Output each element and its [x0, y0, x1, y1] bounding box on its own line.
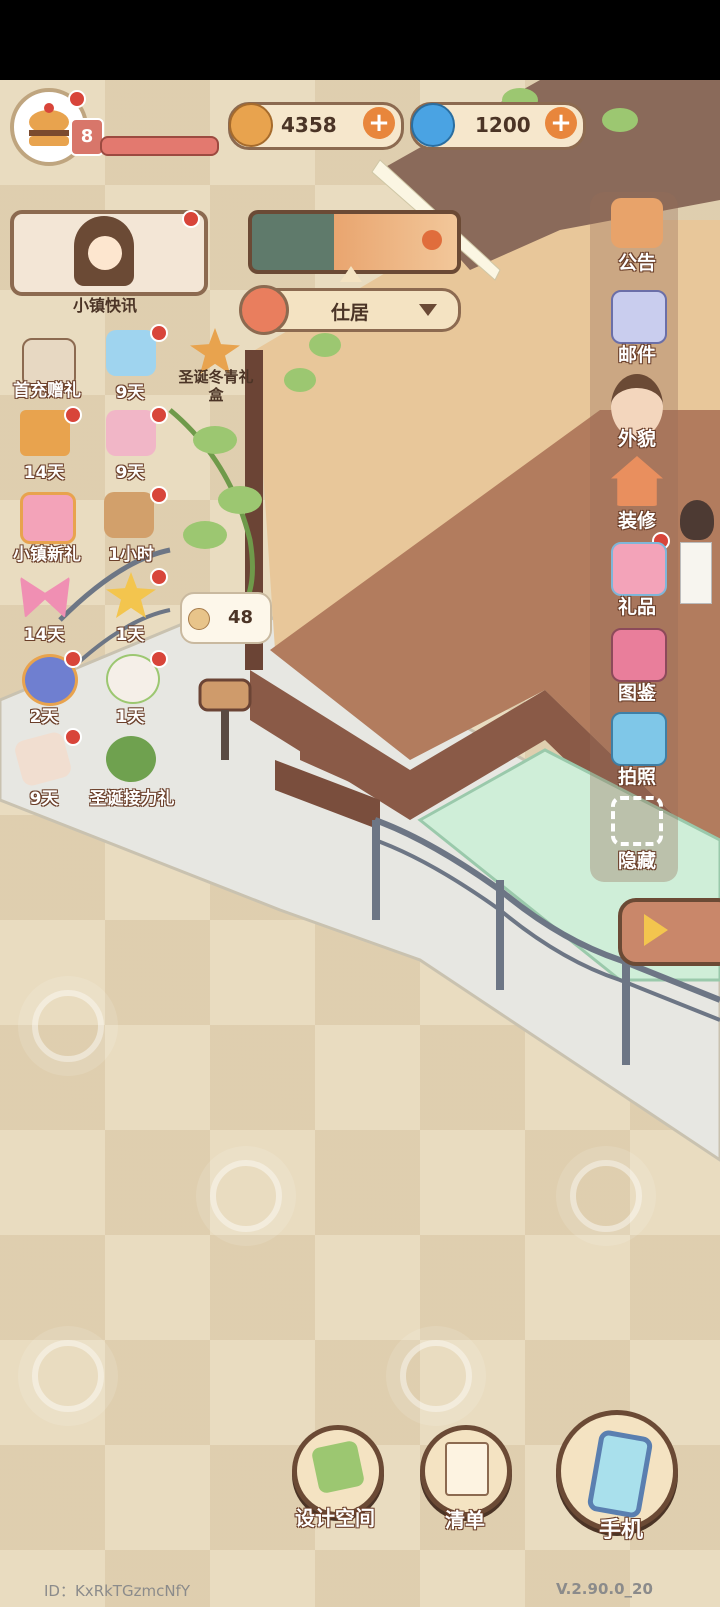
side-menu-label: 公告 — [617, 252, 656, 274]
exp-bar — [100, 136, 219, 156]
home-icon — [239, 285, 289, 335]
news-banner[interactable] — [10, 210, 208, 296]
side-menu-label: 邮件 — [617, 344, 656, 366]
news-label: 小镇快讯 — [72, 296, 137, 315]
gift-box-icon — [611, 542, 667, 596]
gift-label: 1天 — [115, 625, 145, 645]
coin-value: 4358 — [281, 113, 337, 137]
notification-dot — [150, 406, 168, 424]
gift-label: 9天 — [115, 383, 145, 403]
strawberry-cake-icon[interactable] — [104, 492, 154, 538]
list-label: 清单 — [445, 1508, 485, 1532]
game-scene[interactable]: 8 4358 + 1200 + 小镇快讯 仕居 首充赠礼 9天 圣诞冬青礼盒 1… — [0, 80, 720, 1607]
gift-label: 首充赠礼 — [13, 381, 81, 401]
play-arrow-icon — [644, 914, 668, 946]
caret-up-icon — [340, 266, 362, 282]
side-menu-appearance[interactable]: 外貌 — [605, 374, 669, 454]
house-wrench-icon — [611, 456, 663, 506]
gem-counter: 1200 + — [410, 102, 586, 150]
swirl-gem-icon — [411, 103, 455, 147]
side-menu-decorate[interactable]: 装修 — [605, 456, 669, 536]
mailbox-coin-value: 48 — [228, 607, 254, 628]
side-menu-hide[interactable]: 隐藏 — [605, 796, 669, 876]
character-avatar[interactable] — [680, 500, 720, 630]
side-menu-label: 图鉴 — [617, 682, 656, 704]
gift-label: 1小时 — [108, 545, 154, 565]
golden-trophy-icon[interactable] — [20, 410, 70, 456]
coin-icon — [229, 103, 273, 147]
chevron-down-icon — [419, 304, 437, 316]
level-badge: 8 — [70, 118, 104, 156]
notification-dot — [64, 650, 82, 668]
level-value: 8 — [80, 126, 94, 147]
notification-dot — [64, 728, 82, 746]
gift-label: 9天 — [115, 463, 145, 483]
notification-dot — [150, 568, 168, 586]
side-menu-gifts[interactable]: 礼品 — [605, 542, 669, 622]
gift-label: 小镇新礼 — [13, 545, 81, 565]
phone-label: 手机 — [598, 1518, 643, 1543]
add-gem-button[interactable]: + — [545, 107, 577, 139]
side-menu-label: 外貌 — [617, 428, 656, 450]
side-menu-mail[interactable]: 邮件 — [605, 290, 669, 370]
design-pencil-icon — [310, 1439, 366, 1495]
berry-wreath-icon[interactable] — [106, 736, 156, 782]
hide-frame-icon — [611, 796, 663, 846]
side-menu-label: 隐藏 — [617, 850, 656, 872]
weather-panel[interactable] — [248, 210, 461, 274]
gift-label: 圣诞接力礼 — [89, 789, 175, 809]
book-icon — [611, 628, 667, 682]
play-button[interactable] — [618, 898, 720, 966]
notification-dot — [68, 90, 86, 108]
coin-counter: 4358 + — [228, 102, 404, 150]
gift-label: 14天 — [23, 463, 65, 483]
mail-icon — [611, 290, 667, 344]
notification-dot — [64, 406, 82, 424]
rose-badge-icon[interactable] — [20, 492, 76, 544]
mailbox-coin-bubble[interactable]: 48 — [180, 592, 272, 644]
phone-icon — [586, 1428, 654, 1520]
design-space-label: 设计空间 — [295, 1506, 375, 1530]
side-menu-label: 礼品 — [617, 596, 656, 618]
side-menu-label: 拍照 — [617, 766, 656, 788]
coin-icon — [188, 608, 210, 630]
side-menu-camera[interactable]: 拍照 — [605, 712, 669, 792]
notification-dot — [182, 210, 200, 228]
side-menu-collection[interactable]: 图鉴 — [605, 628, 669, 708]
gift-label: 1天 — [115, 707, 145, 727]
version-label: V.2.90.0_20 — [556, 1580, 653, 1598]
blue-flower-box-icon[interactable] — [106, 330, 156, 376]
gift-label: 2天 — [29, 707, 59, 727]
gift-label: 9天 — [29, 789, 59, 809]
location-selector[interactable]: 仕居 — [239, 285, 461, 335]
side-menu-label: 装修 — [617, 510, 656, 532]
megaphone-icon — [611, 198, 663, 248]
pink-bow-flower-icon[interactable] — [106, 410, 156, 456]
notification-dot — [150, 324, 168, 342]
player-id: ID：KxRkTGzmcNfY — [44, 1582, 190, 1600]
notification-dot — [150, 486, 168, 504]
notification-dot — [150, 650, 168, 668]
gem-value: 1200 — [475, 113, 531, 137]
location-label: 仕居 — [331, 302, 370, 324]
sun-icon — [422, 230, 442, 250]
add-coin-button[interactable]: + — [363, 107, 395, 139]
camera-icon — [611, 712, 667, 766]
gift-label: 14天 — [23, 625, 65, 645]
checklist-icon — [445, 1442, 489, 1496]
gift-label: 圣诞冬青礼盒 — [178, 368, 254, 404]
side-menu-announcement[interactable]: 公告 — [605, 198, 669, 278]
